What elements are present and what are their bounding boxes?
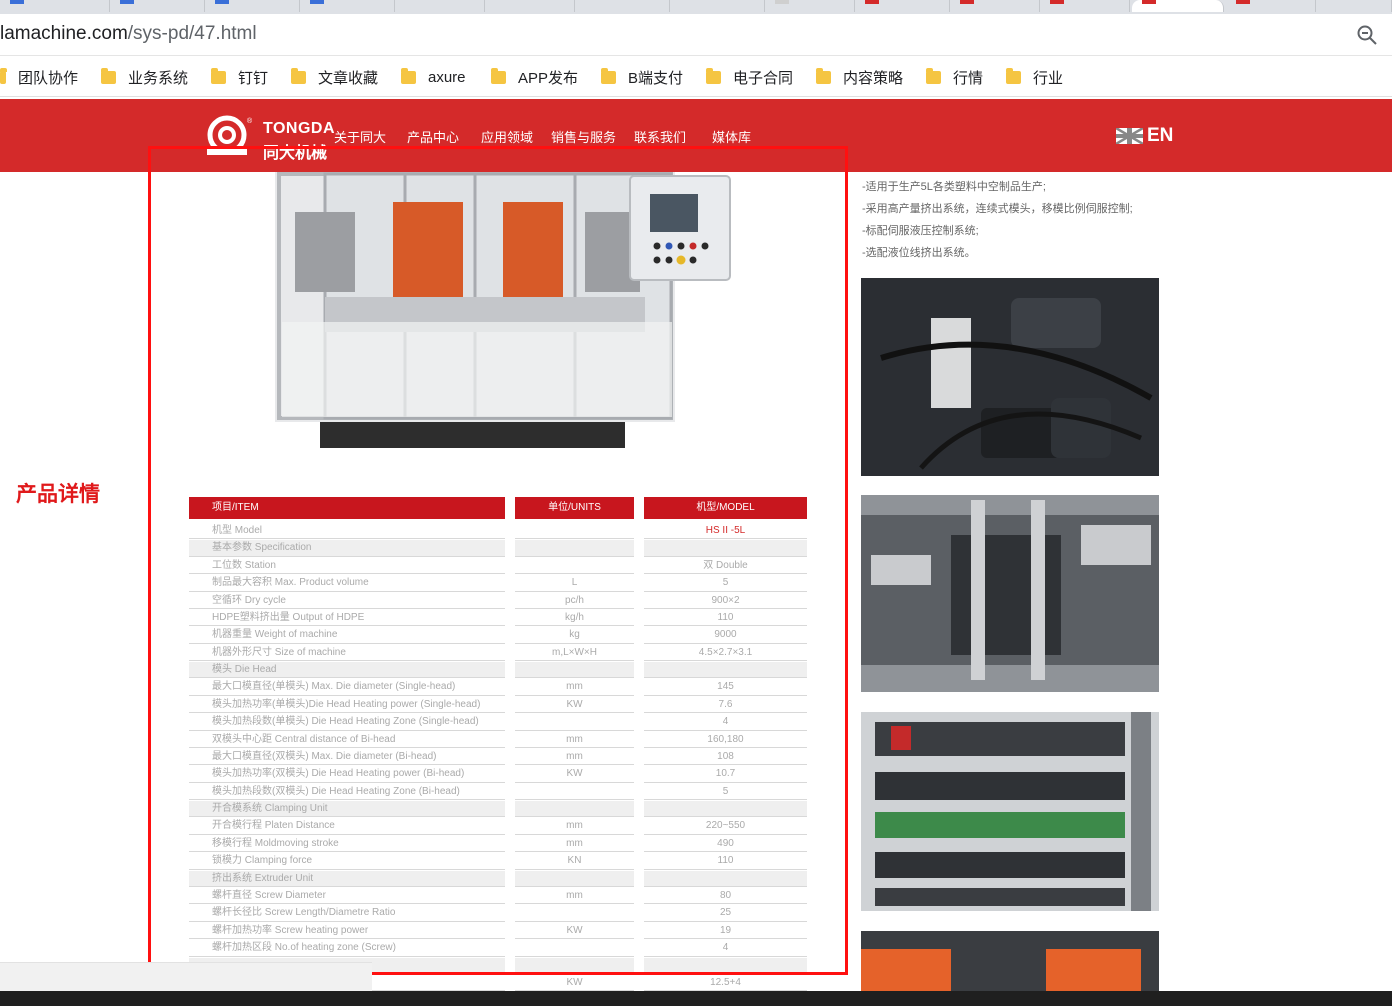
bookmark-label: 团队协作 xyxy=(18,69,79,87)
mold-unit-photo xyxy=(861,931,1159,991)
folder-icon xyxy=(401,67,416,84)
folder-icon xyxy=(291,67,306,84)
feature-list: -适用于生产5L各类塑料中空制品生产; -采用高产量挤出系统，连续式模头，移模比… xyxy=(862,176,1133,264)
browser-tab[interactable] xyxy=(575,0,670,12)
bookmark-item[interactable]: 团队协作 xyxy=(0,66,78,88)
uk-flag-icon xyxy=(1116,128,1143,144)
url-path: /sys-pd/47.html xyxy=(127,23,257,44)
nav-item-about[interactable]: 关于同大 xyxy=(334,127,386,146)
bookmark-item[interactable]: 行情 xyxy=(926,66,983,88)
folder-icon xyxy=(101,67,116,84)
nav-item-media[interactable]: 媒体库 xyxy=(712,127,751,146)
bookmark-item[interactable]: B端支付 xyxy=(601,66,683,88)
feature-item: -标配伺服液压控制系统; xyxy=(862,225,979,237)
folder-icon xyxy=(211,67,226,84)
logo-text: TONGDA xyxy=(263,120,336,137)
bookmark-label: B端支付 xyxy=(628,69,684,87)
bookmarks-bar: 团队协作 业务系统 钉钉 文章收藏 axure APP发布 B端支付 电子合同 … xyxy=(0,57,1392,97)
bookmark-label: axure xyxy=(428,68,466,86)
taskbar xyxy=(0,991,1392,1006)
download-bar xyxy=(0,962,372,991)
folder-icon xyxy=(0,67,7,84)
feature-item: -采用高产量挤出系统，连续式模头，移模比例伺服控制; xyxy=(862,203,1133,215)
browser-tab[interactable] xyxy=(485,0,575,12)
nav-item-products[interactable]: 产品中心 xyxy=(407,127,459,146)
bookmark-item[interactable]: 钉钉 xyxy=(211,66,268,88)
browser-tab[interactable] xyxy=(110,0,205,12)
folder-icon xyxy=(706,67,721,84)
browser-tab[interactable] xyxy=(765,0,855,12)
spec-cell-unit: KW xyxy=(515,975,634,992)
browser-tab[interactable] xyxy=(300,0,395,12)
spec-cell-value: 12.5+4 xyxy=(644,975,807,992)
browser-tab[interactable] xyxy=(1040,0,1130,12)
browser-tab[interactable] xyxy=(1316,0,1392,12)
bookmark-item[interactable]: 电子合同 xyxy=(706,66,793,88)
url-host: lamachine.com xyxy=(0,23,128,44)
nav-item-sales-service[interactable]: 销售与服务 xyxy=(551,127,616,146)
bookmark-label: 文章收藏 xyxy=(318,69,379,87)
folder-icon xyxy=(816,67,831,84)
browser-tab[interactable] xyxy=(0,0,110,12)
language-switch[interactable]: EN xyxy=(1116,125,1173,147)
browser-tab[interactable] xyxy=(855,0,950,12)
bookmark-label: 钉钉 xyxy=(238,69,269,87)
bookmark-item[interactable]: 文章收藏 xyxy=(291,66,378,88)
tab-strip xyxy=(0,0,1392,14)
browser-tab[interactable] xyxy=(950,0,1040,12)
nav-item-contact[interactable]: 联系我们 xyxy=(634,127,686,146)
browser-tab[interactable] xyxy=(1226,0,1316,12)
folder-icon xyxy=(1006,67,1021,84)
feature-item: -适用于生产5L各类塑料中空制品生产; xyxy=(862,181,1046,193)
folder-icon xyxy=(601,67,616,84)
bookmark-label: 行情 xyxy=(953,69,984,87)
product-details-label: 产品详情 xyxy=(16,481,100,506)
bookmark-item[interactable]: 内容策略 xyxy=(816,66,903,88)
folder-icon xyxy=(491,67,506,84)
annotation-frame xyxy=(148,146,848,975)
svg-text:®: ® xyxy=(247,117,253,125)
zoom-icon[interactable] xyxy=(1356,24,1378,46)
browser-tab[interactable] xyxy=(670,0,765,12)
bookmark-label: 内容策略 xyxy=(843,69,904,87)
electrical-cabinet-photo xyxy=(861,712,1159,911)
bookmark-item[interactable]: axure xyxy=(401,66,466,88)
bookmark-label: 业务系统 xyxy=(128,69,189,87)
clamping-unit-photo xyxy=(861,495,1159,692)
url-text[interactable]: lamachine.com/sys-pd/47.html xyxy=(0,23,257,45)
address-bar[interactable]: lamachine.com/sys-pd/47.html xyxy=(0,14,1392,56)
language-label: EN xyxy=(1147,125,1174,146)
bookmark-item[interactable]: 行业 xyxy=(1006,66,1063,88)
bookmark-item[interactable]: 业务系统 xyxy=(101,66,188,88)
active-browser-tab[interactable] xyxy=(1132,0,1224,12)
bookmark-label: 电子合同 xyxy=(733,69,794,87)
bookmark-label: 行业 xyxy=(1033,69,1064,87)
browser-tab[interactable] xyxy=(395,0,485,12)
folder-icon xyxy=(926,67,941,84)
hydraulic-system-photo xyxy=(861,278,1159,476)
nav-item-applications[interactable]: 应用领域 xyxy=(481,127,533,146)
bookmark-label: APP发布 xyxy=(518,69,579,87)
bookmark-item[interactable]: APP发布 xyxy=(491,66,578,88)
browser-tab[interactable] xyxy=(205,0,300,12)
feature-item: -选配液位线挤出系统。 xyxy=(862,247,976,259)
